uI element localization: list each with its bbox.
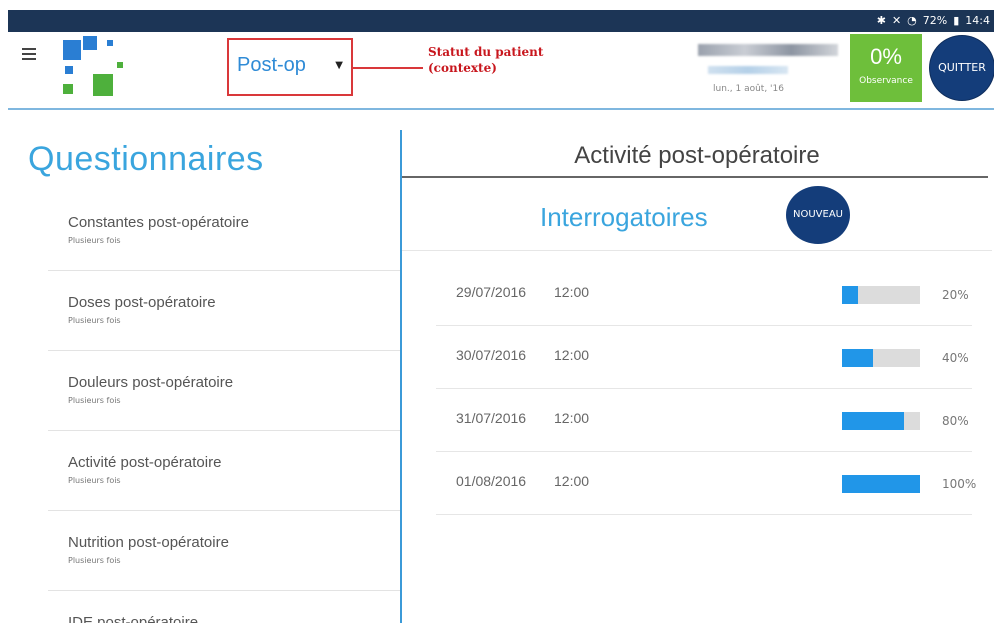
questionnaire-frequency: Plusieurs fois — [68, 396, 121, 405]
interrogation-row[interactable]: 01/08/2016 12:00 100% — [436, 451, 976, 515]
questionnaire-item[interactable]: Doses post-opératoire Plusieurs fois — [48, 270, 400, 351]
battery-percent: 72% — [922, 14, 948, 27]
detail-panel: Activité post-opératoire Interrogatoires… — [402, 110, 994, 623]
questionnaire-item[interactable]: Constantes post-opératoire Plusieurs foi… — [48, 190, 400, 271]
section-title: Interrogatoires — [540, 202, 708, 232]
progress-fill — [842, 286, 858, 304]
questionnaire-name: Nutrition post-opératoire — [68, 534, 229, 551]
progress-fill — [842, 412, 905, 430]
questionnaire-frequency: Plusieurs fois — [68, 236, 121, 245]
status-bar: ✱ ✕ ◔ 72% ▮ 14:4 — [8, 10, 994, 32]
section-divider — [402, 250, 992, 251]
row-date: 01/08/2016 — [456, 473, 527, 489]
header-date: lun., 1 août, '16 — [713, 84, 784, 94]
observance-label: Observance — [859, 76, 913, 86]
annotation-line-1: Statut du patient — [428, 45, 544, 59]
questionnaire-frequency: Plusieurs fois — [68, 476, 121, 485]
new-button[interactable]: NOUVEAU — [786, 186, 850, 244]
annotation-arrow — [353, 67, 423, 69]
questionnaire-name: Activité post-opératoire — [68, 454, 222, 471]
caret-down-icon: ▼ — [335, 60, 343, 71]
title-divider — [402, 176, 988, 178]
progress-percent: 20% — [942, 288, 969, 302]
detail-title: Activité post-opératoire — [574, 142, 820, 169]
questionnaire-name: Constantes post-opératoire — [68, 214, 249, 231]
bluetooth-icon: ✱ — [876, 14, 886, 27]
progress-bar — [842, 475, 920, 493]
questionnaire-item[interactable]: Douleurs post-opératoire Plusieurs fois — [48, 350, 400, 431]
app-header: Post-op ▼ Statut du patient (contexte) l… — [8, 32, 994, 110]
questionnaire-frequency: Plusieurs fois — [68, 316, 121, 325]
quit-button[interactable]: QUITTER — [930, 36, 994, 100]
clock: 14:4 — [965, 14, 990, 27]
progress-percent: 40% — [942, 351, 969, 365]
questionnaires-panel: Questionnaires Constantes post-opératoir… — [8, 110, 400, 623]
row-date: 30/07/2016 — [456, 347, 527, 363]
annotation-text: Statut du patient (contexte) — [428, 44, 588, 76]
progress-bar — [842, 412, 920, 430]
progress-percent: 100% — [942, 477, 977, 491]
questionnaires-title: Questionnaires — [28, 140, 264, 178]
observance-value: 0% — [870, 44, 902, 69]
row-date: 31/07/2016 — [456, 410, 527, 426]
row-time: 12:00 — [554, 284, 590, 300]
questionnaire-name: IDE post-opératoire — [68, 614, 199, 623]
questionnaire-name: Douleurs post-opératoire — [68, 374, 234, 391]
battery-icon: ▮ — [953, 14, 960, 27]
status-icons: ✱ ✕ ◔ 72% ▮ 14:4 — [877, 10, 990, 32]
annotation-line-2: (contexte) — [428, 61, 497, 75]
interrogation-row[interactable]: 31/07/2016 12:00 80% — [436, 388, 972, 452]
progress-bar — [842, 349, 920, 367]
context-value: Post-op — [237, 54, 306, 76]
questionnaire-item[interactable]: Activité post-opératoire Plusieurs fois — [48, 430, 400, 511]
progress-percent: 80% — [942, 414, 969, 428]
progress-bar — [842, 286, 920, 304]
interrogation-row[interactable]: 30/07/2016 12:00 40% — [436, 325, 972, 389]
row-time: 12:00 — [554, 347, 590, 363]
questionnaire-name: Doses post-opératoire — [68, 294, 216, 311]
row-time: 12:00 — [554, 473, 590, 489]
row-date: 29/07/2016 — [456, 284, 527, 300]
patient-info-redacted — [708, 66, 788, 74]
hamburger-menu-icon[interactable] — [22, 48, 36, 60]
interrogation-row[interactable]: 29/07/2016 12:00 20% — [436, 262, 972, 326]
progress-fill — [842, 349, 874, 367]
patient-name-redacted — [698, 44, 838, 56]
row-time: 12:00 — [554, 410, 590, 426]
mute-icon: ✕ — [891, 14, 902, 27]
questionnaire-item[interactable]: IDE post-opératoire — [48, 590, 400, 623]
progress-fill — [842, 475, 920, 493]
observance-tile: 0% Observance — [850, 34, 922, 102]
context-selector[interactable]: Post-op ▼ — [227, 38, 353, 96]
wifi-icon: ◔ — [907, 14, 917, 27]
questionnaire-frequency: Plusieurs fois — [68, 556, 121, 565]
questionnaire-item[interactable]: Nutrition post-opératoire Plusieurs fois — [48, 510, 400, 591]
app-logo — [63, 36, 125, 98]
